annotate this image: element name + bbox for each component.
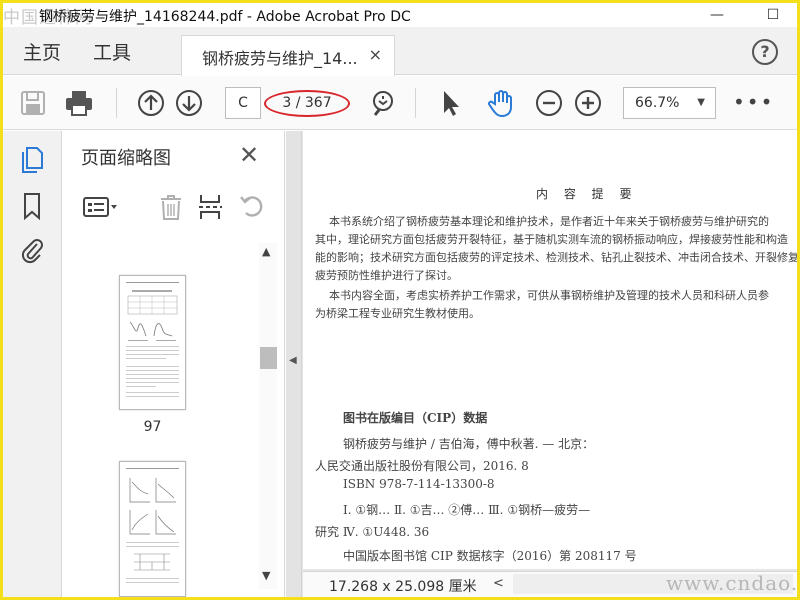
summary-line: 本书系统介绍了钢桥疲劳基本理论和维护技术，是作者近十年来关于钢桥疲劳与维护研究的 bbox=[329, 215, 769, 228]
page-dimensions: 17.268 x 25.098 厘米 bbox=[329, 579, 477, 595]
summary-line: 本书内容全面，考虑实桥养护工作需求，可供从事钢桥维护及管理的技术人员和科研人员参 bbox=[329, 289, 769, 302]
panel-title: 页面缩略图 bbox=[81, 148, 171, 169]
cip-line: 中国版本图书馆 CIP 数据核字（2016）第 208117 号 bbox=[343, 549, 637, 563]
cip-line: ISBN 978-7-114-13300-8 bbox=[343, 477, 495, 491]
maximize-button[interactable]: ☐ bbox=[753, 3, 793, 27]
zoom-marquee-icon[interactable] bbox=[367, 87, 399, 119]
scroll-left-icon[interactable]: < bbox=[493, 576, 504, 591]
previous-page-icon[interactable] bbox=[135, 87, 167, 119]
page-thumbnails-icon[interactable] bbox=[17, 145, 47, 175]
summary-line: 为桥梁工程专业研究生教材使用。 bbox=[315, 307, 480, 320]
site-watermark-bottom: www.cndao.com bbox=[666, 571, 797, 595]
select-cursor-icon[interactable] bbox=[435, 87, 467, 119]
left-rail bbox=[3, 131, 62, 597]
page-thumbnail[interactable] bbox=[119, 461, 186, 597]
chevron-down-icon: ▼ bbox=[697, 97, 705, 108]
scrollbar-thumb[interactable] bbox=[260, 347, 277, 369]
save-icon[interactable] bbox=[17, 87, 49, 119]
print-icon[interactable] bbox=[63, 87, 95, 119]
scroll-down-icon[interactable]: ▼ bbox=[262, 569, 270, 582]
zoom-level-select[interactable]: 66.7% ▼ bbox=[623, 87, 716, 119]
options-menu-icon[interactable] bbox=[81, 191, 121, 223]
cip-line: 研究 Ⅳ. ①U448. 36 bbox=[315, 525, 430, 539]
cip-title: 图书在版编目（CIP）数据 bbox=[343, 411, 488, 425]
scroll-up-icon[interactable]: ▲ bbox=[262, 245, 270, 258]
summary-heading: 内 容 提 要 bbox=[536, 187, 638, 201]
delete-page-icon[interactable] bbox=[157, 191, 185, 223]
zoom-in-icon[interactable] bbox=[572, 87, 604, 119]
toolbar: C 3 / 367 66.7% ▼ ••• bbox=[3, 76, 797, 130]
zoom-level-value: 66.7% bbox=[635, 95, 680, 111]
cip-line: 人民交通出版社股份有限公司，2016. 8 bbox=[315, 459, 529, 473]
document-tab-label: 钢桥疲劳与维护_14... bbox=[202, 49, 358, 68]
summary-line: 能的影响；技术研究方面包括疲劳的评定技术、检测技术、钻孔止裂技术、冲击闭合技术、… bbox=[315, 251, 797, 264]
menu-home[interactable]: 主页 bbox=[23, 38, 61, 65]
cip-line: 钢桥疲劳与维护 / 吉伯海，傅中秋著. — 北京： bbox=[343, 437, 595, 451]
acrobat-window: 中国道棉网 钢桥疲劳与维护_14168244.pdf - Adobe Acrob… bbox=[3, 3, 797, 597]
toolbar-divider bbox=[116, 88, 117, 118]
next-page-icon[interactable] bbox=[173, 87, 205, 119]
collapse-left-icon[interactable]: ◀ bbox=[289, 355, 297, 366]
title-bar: 中国道棉网 钢桥疲劳与维护_14168244.pdf - Adobe Acrob… bbox=[3, 3, 797, 28]
summary-line: 疲劳预防性维护进行了探讨。 bbox=[315, 269, 458, 282]
document-view: ◀ 内 容 提 要 本书系统介绍了钢桥疲劳基本理论和维护技术，是作者近十年来关于… bbox=[286, 131, 797, 597]
menu-tools[interactable]: 工具 bbox=[93, 38, 131, 65]
close-icon[interactable]: ✕ bbox=[239, 141, 259, 169]
toolbar-divider bbox=[415, 88, 416, 118]
window-title: 钢桥疲劳与维护_14168244.pdf - Adobe Acrobat Pro… bbox=[39, 9, 411, 25]
minimize-button[interactable]: — bbox=[697, 3, 737, 27]
summary-line: 其中，理论研究方面包括疲劳开裂特征，基于随机实测车流的钢桥振动响应，焊接疲劳性能… bbox=[315, 233, 788, 246]
help-button[interactable]: ? bbox=[752, 39, 778, 65]
cip-line: Ⅰ. ①钢… Ⅱ. ①吉… ②傅… Ⅲ. ①钢桥—疲劳— bbox=[343, 503, 591, 517]
more-tools-button[interactable]: ••• bbox=[733, 90, 774, 114]
page-count: 3 / 367 bbox=[264, 90, 350, 117]
page-thumbnail[interactable] bbox=[119, 275, 186, 410]
thumbnails-panel: 页面缩略图 ✕ 97 ▲ ▼ bbox=[63, 131, 285, 597]
panel-toolbar bbox=[63, 183, 284, 235]
attachments-icon[interactable] bbox=[17, 235, 47, 265]
pdf-page: 内 容 提 要 本书系统介绍了钢桥疲劳基本理论和维护技术，是作者近十年来关于钢桥… bbox=[303, 131, 797, 569]
zoom-out-icon[interactable] bbox=[533, 87, 565, 119]
bookmarks-icon[interactable] bbox=[17, 191, 47, 221]
hand-tool-icon[interactable] bbox=[485, 87, 517, 119]
tab-close-icon[interactable]: × bbox=[369, 45, 382, 64]
panel-collapse-handle[interactable]: ◀ bbox=[286, 131, 302, 597]
page-thumbnail-label: 97 bbox=[143, 419, 162, 435]
rotate-page-icon[interactable] bbox=[237, 191, 267, 223]
menu-tab-bar: 主页 工具 钢桥疲劳与维护_14... × ? bbox=[3, 27, 797, 76]
page-number-input[interactable]: C bbox=[225, 87, 261, 119]
document-tab[interactable]: 钢桥疲劳与维护_14... × bbox=[181, 35, 395, 76]
thumbnails-scrollbar[interactable]: ▲ ▼ bbox=[259, 243, 277, 589]
split-page-icon[interactable] bbox=[196, 191, 224, 223]
